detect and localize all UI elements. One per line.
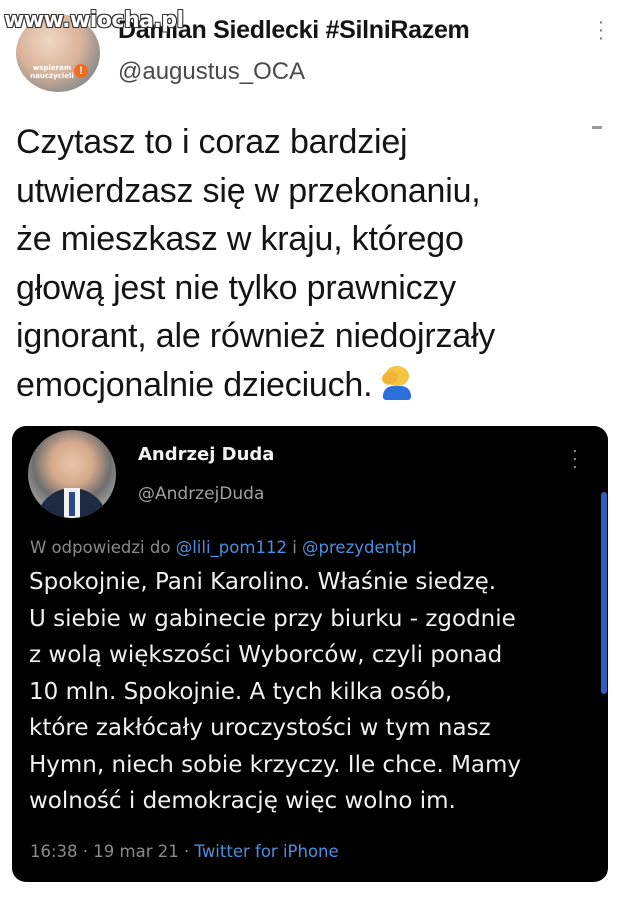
avatar-badge-mark: !	[74, 64, 88, 78]
reply-joiner: i	[286, 538, 303, 557]
reply-prefix: W odpowiedzi do	[30, 538, 176, 557]
tweet-meta: 16:38 · 19 mar 21 · Twitter for iPhone	[30, 842, 339, 861]
tweet-timestamp[interactable]: 16:38 · 19 mar 21 ·	[30, 842, 194, 861]
outer-tweet-body: Czytasz to i coraz bardziej utwierdzasz …	[16, 123, 496, 404]
embedded-tweet-card[interactable]: Andrzej Duda @AndrzejDuda · · · W odpowied…	[12, 426, 608, 882]
reply-user-link[interactable]: @lili_pom112	[176, 538, 287, 557]
embedded-tweet-text: Spokojnie, Pani Karolino. Właśnie siedzę…	[29, 569, 522, 814]
embedded-author-name[interactable]: Andrzej Duda	[138, 444, 274, 465]
outer-author-handle[interactable]: @augustus_OCA	[118, 58, 305, 86]
more-vertical-icon[interactable]: · · ·	[596, 12, 606, 48]
watermark: www.wiocha.pl	[4, 8, 184, 33]
embedded-author-handle[interactable]: @AndrzejDuda	[138, 484, 264, 504]
scroll-indicator[interactable]	[601, 492, 607, 694]
reply-context: W odpowiedzi do @lili_pom112 i @prezyden…	[30, 538, 417, 557]
facepalm-icon	[380, 365, 412, 400]
outer-tweet-text: Czytasz to i coraz bardziej utwierdzasz …	[16, 118, 606, 409]
outer-tweet-header: wspieram nauczycieli ! www.wiocha.pl Dam…	[0, 0, 620, 110]
tweet-source-link[interactable]: Twitter for iPhone	[194, 842, 338, 861]
embedded-author-avatar[interactable]	[28, 430, 116, 518]
more-vertical-icon[interactable]: · · ·	[570, 441, 580, 475]
avatar-badge-text: wspieram nauczycieli	[30, 64, 74, 80]
reply-user-link[interactable]: @prezydentpl	[302, 538, 417, 557]
